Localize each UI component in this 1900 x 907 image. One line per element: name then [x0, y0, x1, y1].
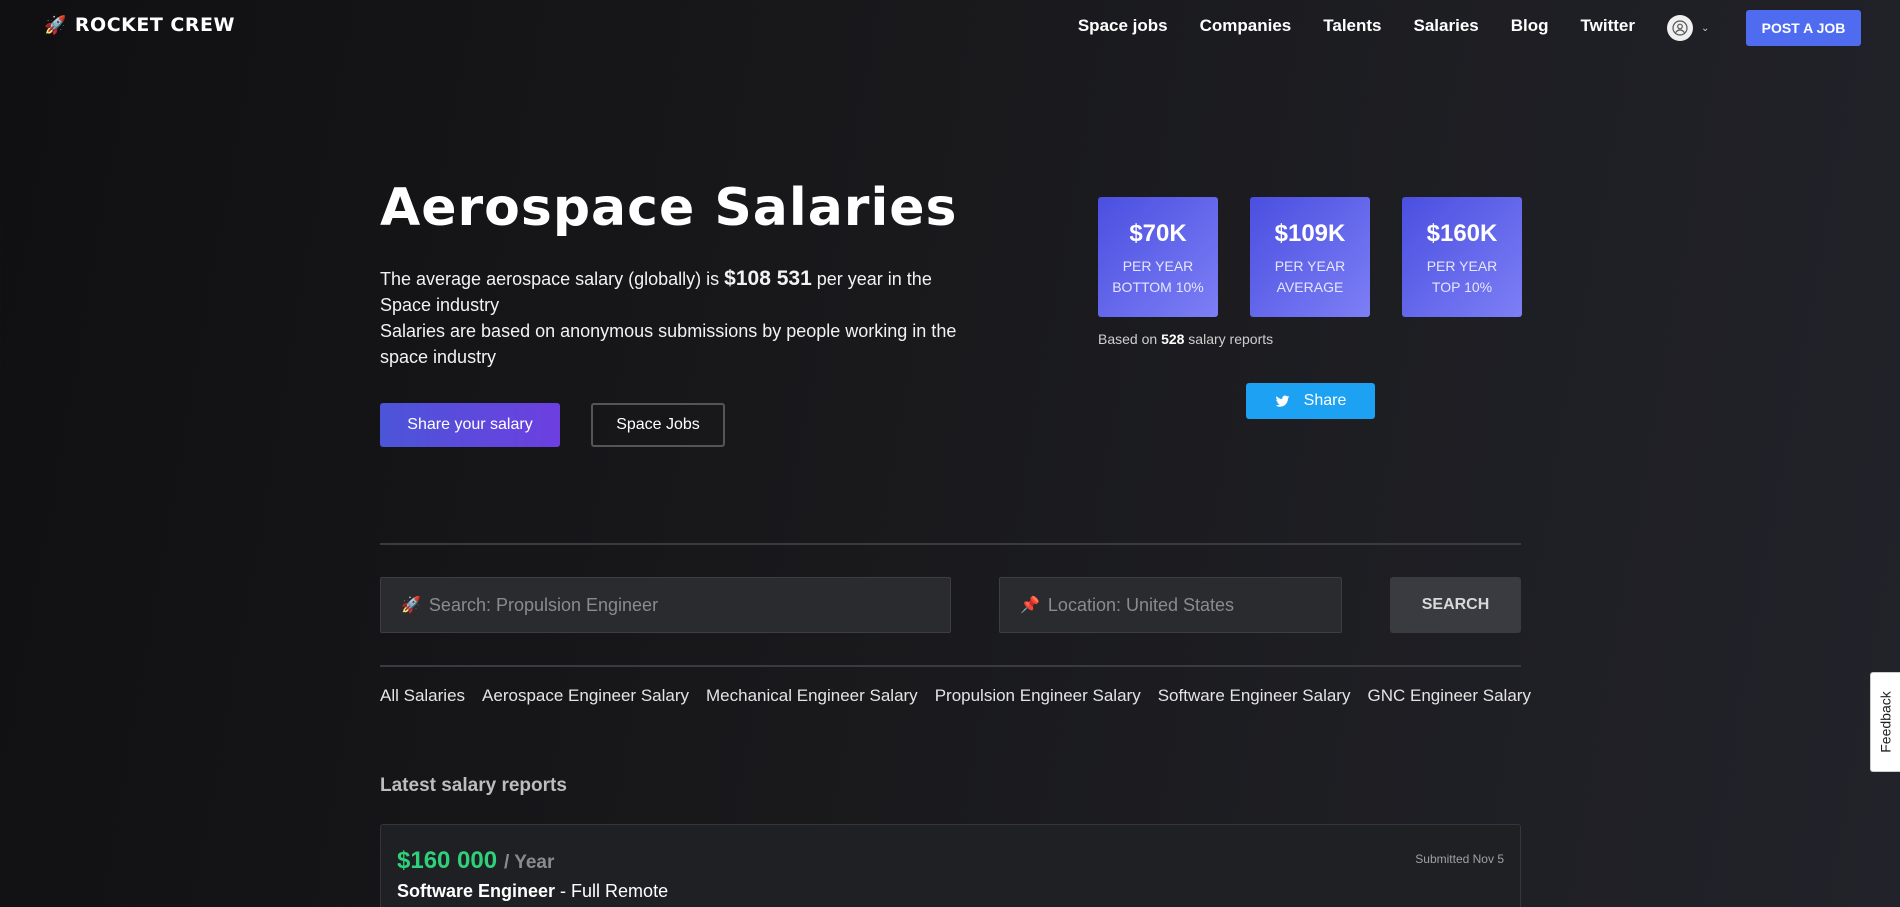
avatar — [1667, 15, 1693, 41]
space-jobs-button[interactable]: Space Jobs — [591, 403, 725, 447]
stat-label-line2: BOTTOM 10% — [1112, 279, 1204, 295]
twitter-share-label: Share — [1303, 392, 1347, 409]
rocket-icon: 🚀 — [44, 14, 67, 36]
stat-label-line1: PER YEAR — [1426, 258, 1498, 274]
nav-link-talents[interactable]: Talents — [1323, 16, 1381, 36]
stat-label-line2: AVERAGE — [1276, 279, 1344, 295]
feedback-label: Feedback — [1877, 691, 1894, 753]
report-job-title: Software Engineer - Full Remote — [397, 881, 668, 902]
salary-report-card[interactable]: $160 000 / Year Submitted Nov 5 Software… — [380, 824, 1521, 907]
pushpin-icon: 📌 — [1020, 597, 1040, 614]
average-salary-text: The average aerospace salary (globally) … — [380, 266, 970, 318]
section-divider — [380, 543, 1521, 545]
search-input[interactable] — [428, 594, 950, 616]
stat-amount: $109K — [1274, 220, 1346, 247]
stat-label: PER YEAR TOP 10% — [1402, 256, 1522, 298]
search-field[interactable]: 🚀 — [380, 577, 951, 633]
stat-label: PER YEAR BOTTOM 10% — [1098, 256, 1218, 298]
stat-label-line2: TOP 10% — [1431, 279, 1493, 295]
report-count-suffix: salary reports — [1184, 331, 1274, 347]
search-button[interactable]: SEARCH — [1390, 577, 1521, 633]
report-count: 528 — [1161, 331, 1185, 347]
brand-logo[interactable]: 🚀 ROCKET CREW — [44, 14, 235, 36]
nav-link-salaries[interactable]: Salaries — [1414, 16, 1479, 36]
stat-label: PER YEAR AVERAGE — [1250, 256, 1370, 298]
latest-reports-heading: Latest salary reports — [380, 775, 567, 796]
stat-amount: $70K — [1129, 220, 1187, 247]
rocket-icon: 🚀 — [401, 597, 421, 614]
section-divider — [380, 665, 1521, 667]
user-icon — [1672, 20, 1688, 36]
average-salary-prefix: The average aerospace salary (globally) … — [380, 269, 725, 289]
filter-all-salaries[interactable]: All Salaries — [380, 686, 465, 706]
report-role: Software Engineer — [397, 881, 556, 901]
average-salary-amount: $108 531 — [724, 267, 812, 290]
stat-label-line1: PER YEAR — [1122, 258, 1194, 274]
nav-links: Space jobs Companies Talents Salaries Bl… — [1078, 16, 1635, 36]
filter-propulsion-engineer[interactable]: Propulsion Engineer Salary — [935, 686, 1141, 706]
report-salary-amount: $160 000 — [397, 847, 498, 874]
page-title: Aerospace Salaries — [380, 178, 958, 238]
nav-link-space-jobs[interactable]: Space jobs — [1078, 16, 1168, 36]
filter-gnc-engineer[interactable]: GNC Engineer Salary — [1367, 686, 1530, 706]
location-field[interactable]: 📌 — [999, 577, 1342, 633]
nav-link-companies[interactable]: Companies — [1200, 16, 1292, 36]
stat-amount: $160K — [1426, 220, 1498, 247]
user-menu[interactable]: ⌄ — [1667, 15, 1709, 41]
filter-aerospace-engineer[interactable]: Aerospace Engineer Salary — [482, 686, 689, 706]
brand-name: ROCKET CREW — [74, 14, 235, 36]
share-salary-button[interactable]: Share your salary — [380, 403, 560, 447]
post-job-button[interactable]: POST A JOB — [1746, 10, 1861, 46]
nav-link-twitter[interactable]: Twitter — [1581, 16, 1635, 36]
salary-source-text: Salaries are based on anonymous submissi… — [380, 321, 957, 367]
report-work-mode: - Full Remote — [555, 881, 669, 901]
stat-label-line1: PER YEAR — [1274, 258, 1346, 274]
report-count-prefix: Based on — [1098, 331, 1162, 347]
filter-software-engineer[interactable]: Software Engineer Salary — [1158, 686, 1351, 706]
top-nav: 🚀 ROCKET CREW Space jobs Companies Talen… — [0, 0, 1900, 56]
location-input[interactable] — [1047, 594, 1341, 616]
report-salary-period: / Year — [504, 852, 555, 873]
chevron-down-icon: ⌄ — [1701, 22, 1710, 34]
salary-category-links: All Salaries Aerospace Engineer Salary M… — [380, 686, 1531, 706]
feedback-tab[interactable]: Feedback — [1870, 672, 1900, 772]
stat-card-average: $109K PER YEAR AVERAGE — [1250, 197, 1370, 317]
stat-card-bottom-10: $70K PER YEAR BOTTOM 10% — [1098, 197, 1218, 317]
filter-mechanical-engineer[interactable]: Mechanical Engineer Salary — [706, 686, 918, 706]
hero-description: The average aerospace salary (globally) … — [380, 266, 970, 370]
nav-link-blog[interactable]: Blog — [1511, 16, 1549, 36]
report-count-text: Based on 528 salary reports — [1098, 331, 1273, 347]
twitter-icon — [1275, 395, 1290, 407]
report-submitted-date: Submitted Nov 5 — [1415, 852, 1504, 866]
twitter-share-button[interactable]: Share — [1246, 383, 1375, 419]
stat-card-top-10: $160K PER YEAR TOP 10% — [1402, 197, 1522, 317]
